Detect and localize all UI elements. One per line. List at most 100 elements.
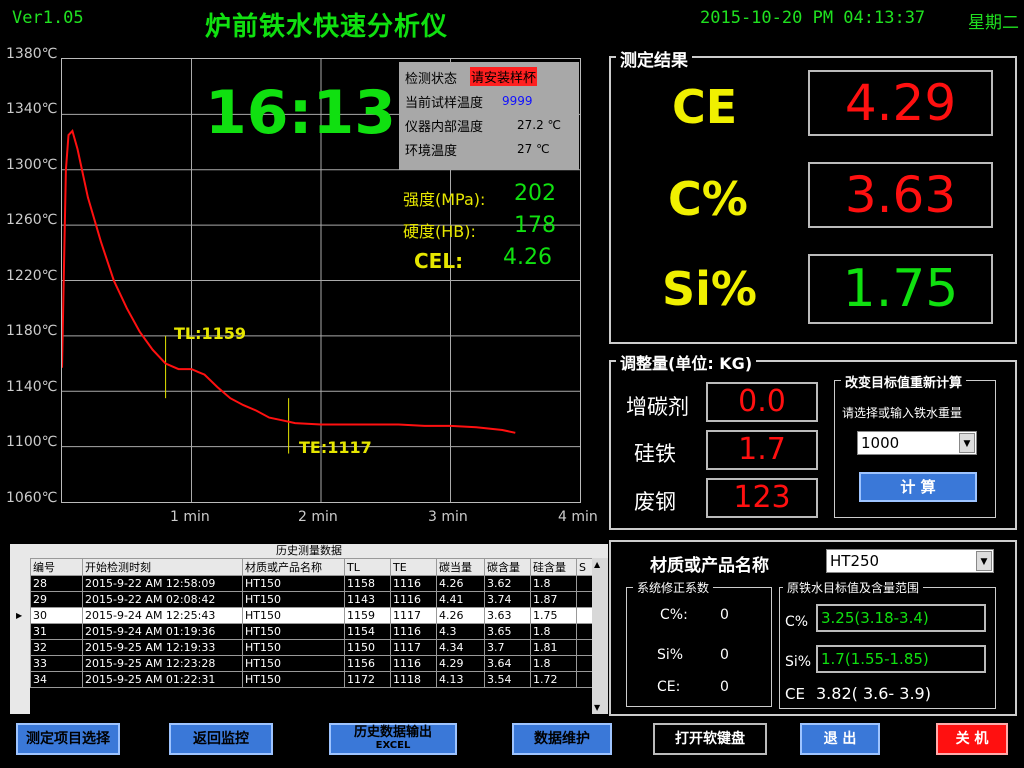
x-tick-label: 3 min [428, 509, 468, 525]
export-line1: 历史数据输出 [353, 725, 432, 740]
x-tick-label: 4 min [558, 509, 598, 525]
scrap-label: 废钢 [634, 490, 676, 514]
table-cell: HT150 [242, 607, 345, 624]
table-cell: 1143 [344, 591, 391, 608]
recalc-hint: 请选择或输入铁水重量 [842, 406, 963, 420]
table-cell: 1158 [344, 575, 391, 592]
scrap-value: 123 [706, 478, 818, 518]
state-value: 请安装样杯 [470, 67, 538, 86]
column-header[interactable]: 开始检测时刻 [82, 558, 243, 576]
state-label: 检测状态 [405, 72, 458, 87]
column-header[interactable]: 材质或产品名称 [242, 558, 345, 576]
column-header[interactable]: 硅含量 [530, 558, 577, 576]
history-scrollbar[interactable]: ▲ ▼ [592, 558, 608, 714]
target-si-value: 1.7(1.55-1.85) [816, 645, 986, 673]
table-cell: 1156 [344, 655, 391, 672]
table-cell: 3.74 [484, 591, 531, 608]
table-cell: HT150 [242, 671, 345, 688]
open-keyboard-button[interactable]: 打开软键盘 [653, 723, 767, 755]
table-row[interactable]: 33 2015-9-25 AM 12:23:28 HT150 1156 1116 4.29… [30, 655, 599, 672]
y-tick-label: 1180℃ [6, 323, 58, 339]
target-c-value: 3.25(3.18-3.4) [816, 604, 986, 632]
table-cell: 4.26 [436, 607, 485, 624]
cel-label: CEL: [414, 249, 464, 273]
table-row[interactable]: 34 2015-9-25 AM 01:22:31 HT150 1172 1118 4.13… [30, 671, 599, 688]
table-cell: 28 [30, 575, 83, 592]
si-label: Si% [662, 262, 757, 316]
table-row[interactable]: 31 2015-9-24 AM 01:19:36 HT150 1154 1116 4.3 3… [30, 623, 599, 640]
table-cell: 2015-9-22 AM 12:58:09 [82, 575, 243, 592]
column-header[interactable]: 编号 [30, 558, 83, 576]
calculate-button[interactable]: 计 算 [859, 472, 977, 502]
material-label: 材质或产品名称 [650, 556, 769, 576]
exit-button[interactable]: 退 出 [800, 723, 880, 755]
history-title: 历史测量数据 [10, 544, 608, 558]
table-cell: 3.54 [484, 671, 531, 688]
x-tick-label: 1 min [170, 509, 210, 525]
table-cell: 1154 [344, 623, 391, 640]
chevron-down-icon[interactable]: ▼ [959, 433, 975, 453]
corr-ce-label: CE: [657, 679, 681, 695]
fesi-value: 1.7 [706, 430, 818, 470]
table-cell: 1116 [390, 623, 437, 640]
table-row[interactable]: 28 2015-9-22 AM 12:58:09 HT150 1158 1116 4.26… [30, 575, 599, 592]
table-cell: HT150 [242, 623, 345, 640]
chevron-down-icon[interactable]: ▼ [976, 551, 992, 571]
sample-temp-label: 当前试样温度 [405, 96, 484, 111]
table-cell: 2015-9-25 AM 01:22:31 [82, 671, 243, 688]
x-tick-label: 2 min [298, 509, 338, 525]
target-ce-value: 3.82( 3.6- 3.9) [816, 684, 931, 703]
column-header[interactable]: TL [344, 558, 391, 576]
weight-select[interactable]: 1000 ▼ [857, 431, 977, 455]
fesi-label: 硅铁 [634, 442, 676, 466]
c-value: 3.63 [808, 162, 993, 228]
scroll-down-icon[interactable]: ▼ [594, 703, 600, 712]
select-item-button[interactable]: 测定项目选择 [16, 723, 120, 755]
table-cell: 1150 [344, 639, 391, 656]
table-cell: 4.29 [436, 655, 485, 672]
target-c-label: C% [785, 614, 809, 630]
weight-value: 1000 [861, 434, 900, 452]
carb-value: 0.0 [706, 382, 818, 422]
table-cell: 1.72 [530, 671, 577, 688]
table-cell: 4.13 [436, 671, 485, 688]
table-row[interactable]: 29 2015-9-22 AM 02:08:42 HT150 1143 1116 4.41… [30, 591, 599, 608]
table-cell: 2015-9-24 AM 01:19:36 [82, 623, 243, 640]
y-tick-label: 1060℃ [6, 490, 58, 506]
corr-ce-value: 0 [720, 679, 729, 695]
internal-temp-label: 仪器内部温度 [405, 120, 484, 135]
correction-group [626, 587, 772, 707]
history-header-row: 编号 开始检测时刻 材质或产品名称 TL TE 碳当量 碳含量 硅含量 S [30, 558, 599, 576]
material-select[interactable]: HT250 ▼ [826, 549, 994, 573]
table-cell: 4.3 [436, 623, 485, 640]
table-cell: 1116 [390, 591, 437, 608]
adjust-title: 调整量(单位: KG) [616, 350, 757, 374]
table-cell: 1117 [390, 607, 437, 624]
table-cell: HT150 [242, 639, 345, 656]
y-tick-label: 1300℃ [6, 157, 58, 173]
table-cell: 1118 [390, 671, 437, 688]
table-cell: HT150 [242, 591, 345, 608]
table-cell: 4.26 [436, 575, 485, 592]
export-excel-button[interactable]: 历史数据输出 EXCEL [329, 723, 457, 755]
weekday-display: 星期二 [968, 13, 1019, 33]
y-tick-label: 1260℃ [6, 212, 58, 228]
corr-c-label: C%: [660, 607, 688, 623]
scroll-up-icon[interactable]: ▲ [594, 560, 600, 569]
app-title: 炉前铁水快速分析仪 [205, 12, 449, 42]
column-header[interactable]: 碳当量 [436, 558, 485, 576]
table-row[interactable]: 32 2015-9-25 AM 12:19:33 HT150 1150 1117 4.34… [30, 639, 599, 656]
clock-display: 16:13 [205, 78, 396, 148]
table-cell: 1.8 [530, 623, 577, 640]
si-value: 1.75 [808, 254, 993, 324]
column-header[interactable]: 碳含量 [484, 558, 531, 576]
shutdown-button[interactable]: 关 机 [936, 723, 1008, 755]
te-marker-label: TE:1117 [299, 438, 372, 457]
column-header[interactable]: TE [390, 558, 437, 576]
table-row[interactable]: 30 2015-9-24 AM 12:25:43 HT150 1159 1117 4.26… [30, 607, 599, 624]
correction-title: 系统修正系数 [633, 579, 714, 596]
hardness-label: 硬度(HB): [403, 222, 476, 241]
table-cell: 34 [30, 671, 83, 688]
data-maintain-button[interactable]: 数据维护 [512, 723, 612, 755]
return-monitor-button[interactable]: 返回监控 [169, 723, 273, 755]
